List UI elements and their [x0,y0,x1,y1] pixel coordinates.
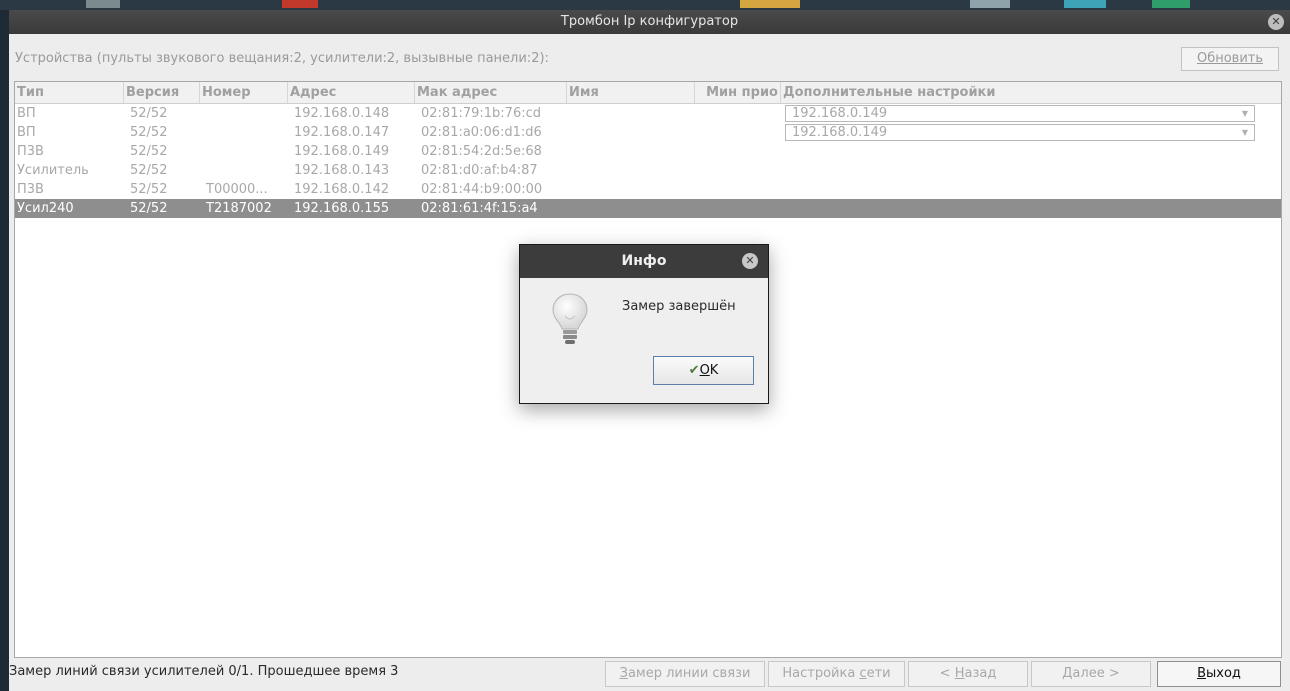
desktop-icon [970,0,1010,8]
close-icon[interactable]: ✕ [1268,14,1284,30]
network-settings-button[interactable]: Настройка сети [768,661,905,687]
chevron-down-icon: ▼ [1241,128,1248,137]
cell-version: 52/52 [130,182,168,197]
table-row-selected[interactable]: Усил240 52/52 T2187002 192.168.0.155 02:… [15,199,1281,218]
cell-version: 52/52 [130,201,168,216]
desktop-background [0,0,1290,10]
cell-address: 192.168.0.142 [294,182,390,197]
cell-type: П3В [17,144,44,159]
table-row[interactable]: ВП 52/52 192.168.0.147 02:81:a0:06:d1:d6… [15,123,1281,142]
cell-name [571,142,695,161]
next-button[interactable]: Далее > [1031,661,1151,687]
desktop-icon [1064,0,1106,8]
info-dialog: Инфо ✕ Замер завершён ✔OK [519,244,769,404]
cell-mac: 02:81:a0:06:d1:d6 [421,125,542,140]
table-row[interactable]: Усилитель 52/52 192.168.0.143 02:81:d0:a… [15,161,1281,180]
chevron-down-icon: ▼ [1241,109,1248,118]
column-header-type[interactable]: Тип [15,82,124,103]
cell-type: ВП [17,125,36,140]
cell-address: 192.168.0.155 [294,201,390,216]
cell-min-prio [699,104,781,123]
cell-name [571,161,695,180]
column-header-number[interactable]: Номер [200,82,288,103]
extra-settings-value: 192.168.0.149 [792,125,888,140]
window-title: Тромбон Ip конфигуратор [560,14,739,29]
cell-name [571,199,695,218]
cell-version: 52/52 [130,125,168,140]
column-header-extra-settings[interactable]: Дополнительные настройки [781,82,1281,103]
lightbulb-icon [552,293,588,344]
desktop-icon [86,0,120,8]
cell-number [204,123,288,142]
cell-min-prio [699,199,781,218]
cell-type: Усилитель [17,163,89,178]
extra-settings-value: 192.168.0.149 [792,106,888,121]
desktop-icon [282,0,318,8]
close-icon[interactable]: ✕ [742,253,758,269]
extra-settings-select[interactable]: 192.168.0.149 ▼ [785,105,1255,122]
cell-min-prio [699,123,781,142]
refresh-button[interactable]: Обновить [1181,47,1279,71]
cell-type: П3В [17,182,44,197]
cell-address: 192.168.0.147 [294,125,390,140]
ok-button[interactable]: ✔OK [653,356,754,385]
window-titlebar: Тромбон Ip конфигуратор ✕ [9,10,1290,34]
cell-number [204,142,288,161]
cell-min-prio [699,161,781,180]
cell-name [571,123,695,142]
cell-name [571,104,695,123]
cell-mac: 02:81:d0:af:b4:87 [421,163,538,178]
back-button[interactable]: < Назад [908,661,1028,687]
cell-number: T2187002 [206,201,272,216]
table-header: Тип Версия Номер Адрес Мак адрес Имя Мин… [15,82,1281,104]
cell-address: 192.168.0.148 [294,106,390,121]
cell-min-prio [699,142,781,161]
cell-type: ВП [17,106,36,121]
column-header-version[interactable]: Версия [124,82,200,103]
devices-summary-label: Устройства (пульты звукового вещания:2, … [15,51,549,66]
cell-name [571,180,695,199]
exit-button[interactable]: Выход [1157,661,1281,687]
cell-number: T00000... [206,182,268,197]
checkmark-icon: ✔ [688,363,700,378]
dialog-title: Инфо [621,253,667,269]
cell-number [204,104,288,123]
table-row[interactable]: ВП 52/52 192.168.0.148 02:81:79:1b:76:cd… [15,104,1281,123]
cell-version: 52/52 [130,106,168,121]
cell-version: 52/52 [130,163,168,178]
column-header-name[interactable]: Имя [567,82,695,103]
cell-mac: 02:81:54:2d:5e:68 [421,144,542,159]
column-header-mac[interactable]: Мак адрес [415,82,567,103]
cell-address: 192.168.0.143 [294,163,390,178]
status-text: Замер линий связи усилителей 0/1. Прошед… [9,664,399,679]
column-header-min-prio[interactable]: Мин прио [695,82,781,103]
table-row[interactable]: П3В 52/52 T00000... 192.168.0.142 02:81:… [15,180,1281,199]
column-header-address[interactable]: Адрес [288,82,415,103]
measure-line-button[interactable]: Замер линии связи [605,661,765,687]
cell-mac: 02:81:44:b9:00:00 [421,182,543,197]
table-row[interactable]: П3В 52/52 192.168.0.149 02:81:54:2d:5e:6… [15,142,1281,161]
desktop-icon [740,0,800,8]
cell-type: Усил240 [17,201,74,216]
cell-address: 192.168.0.149 [294,144,390,159]
desktop-icon [1152,0,1190,8]
extra-settings-select[interactable]: 192.168.0.149 ▼ [785,124,1255,141]
cell-version: 52/52 [130,144,168,159]
cell-mac: 02:81:61:4f:15:a4 [421,201,538,216]
dialog-message: Замер завершён [622,299,736,314]
cell-min-prio [699,180,781,199]
cell-number [204,161,288,180]
cell-mac: 02:81:79:1b:76:cd [421,106,541,121]
dialog-titlebar: Инфо ✕ [520,245,768,278]
